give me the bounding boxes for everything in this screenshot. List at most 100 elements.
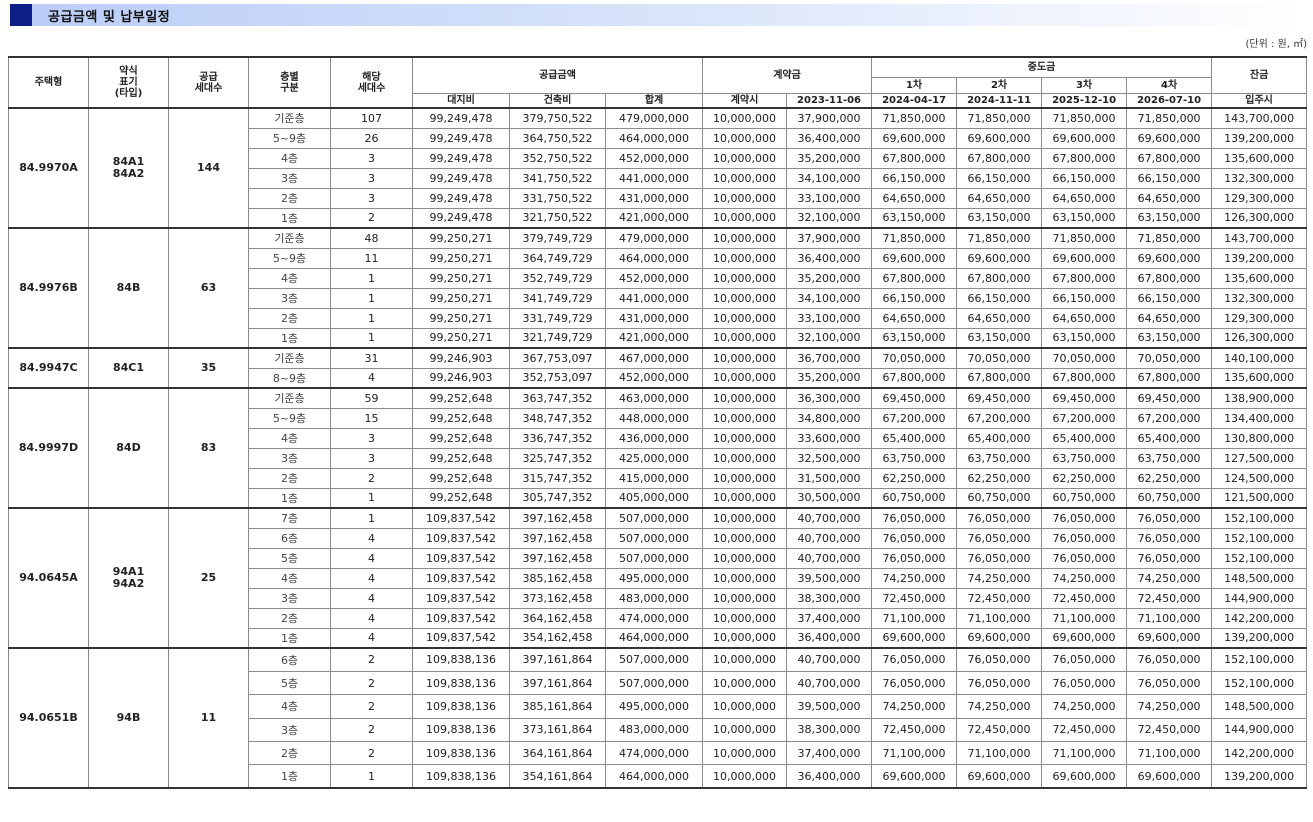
title-marker-square [10,4,32,26]
contract-second-cell: 40,700,000 [786,647,873,672]
mid3-cell: 66,150,000 [1041,167,1128,189]
mid1-cell: 64,650,000 [871,187,958,209]
land-cost-cell: 99,250,271 [412,287,510,309]
total-cell: 441,000,000 [604,167,704,189]
unit-note: (단위 : 원, ㎡) [1245,39,1308,50]
mid4-cell: 69,600,000 [1126,127,1213,149]
floor-cell: 7층 [248,507,331,529]
floor-cell: 1층 [248,487,331,509]
contract-second-cell: 39,500,000 [786,567,873,589]
mid4-cell: 63,150,000 [1126,327,1213,349]
floor-cell: 8~9층 [248,367,331,389]
header-supply-amount: 공급금액 [411,56,704,94]
abbrev-type-cell: 84C1 [88,347,169,389]
contract-second-cell: 33,100,000 [786,187,873,209]
unit-count-cell: 2 [330,670,413,696]
floor-cell: 1층 [248,627,331,649]
floor-cell: 4층 [248,567,331,589]
balance-cell: 129,300,000 [1211,187,1308,209]
mid2-cell: 71,100,000 [956,607,1043,629]
total-cell: 421,000,000 [604,327,704,349]
balance-cell: 139,200,000 [1211,627,1308,649]
land-cost-cell: 99,246,903 [412,367,510,389]
total-cell: 464,000,000 [604,627,704,649]
floor-cell: 5층 [248,547,331,569]
mid1-cell: 69,600,000 [871,247,958,269]
supply-units-cell: 144 [168,107,249,229]
contract-at-cell: 10,000,000 [702,307,788,329]
land-cost-cell: 99,249,478 [412,147,510,169]
mid1-cell: 67,800,000 [871,267,958,289]
mid2-cell: 76,050,000 [956,670,1043,696]
floor-cell: 기준층 [248,107,331,129]
total-cell: 431,000,000 [604,187,704,209]
unit-count-cell: 4 [330,627,413,649]
balance-cell: 135,600,000 [1211,267,1308,289]
floor-cell: 1층 [248,207,331,229]
land-cost-cell: 99,249,478 [412,107,510,129]
mid1-cell: 71,100,000 [871,741,958,766]
contract-second-cell: 39,500,000 [786,694,873,719]
balance-cell: 152,100,000 [1211,527,1308,549]
table-row: 94.0651B 94B 11 6층 2 109,838,136 397,161,864 50… [8,647,1308,789]
supply-units-cell: 35 [168,347,249,389]
mid3-cell: 69,600,000 [1041,764,1128,789]
building-cost-cell: 348,747,352 [509,407,606,429]
floor-cell: 1층 [248,327,331,349]
floor-cell: 3층 [248,447,331,469]
mid4-cell: 71,100,000 [1126,607,1213,629]
mid1-cell: 74,250,000 [871,567,958,589]
land-cost-cell: 109,838,136 [412,670,510,696]
balance-cell: 143,700,000 [1211,227,1308,249]
abbrev-type-label: 94A2 [112,577,145,590]
mid4-cell: 69,600,000 [1126,764,1213,789]
mid2-cell: 69,450,000 [956,387,1043,409]
mid3-cell: 65,400,000 [1041,427,1128,449]
unit-count-cell: 11 [330,247,413,269]
total-cell: 452,000,000 [604,267,704,289]
contract-at-cell: 10,000,000 [702,167,788,189]
land-cost-cell: 99,249,478 [412,207,510,229]
group-94.0651B: 94.0651B 94B 11 6층 2 109,838,136 397,161,864 50… [8,647,1308,789]
land-cost-cell: 99,249,478 [412,167,510,189]
supply-price-table: 주택형 약식 표기 (타입) 공급 세대수 층별 구분 해당 세대수 공급금액 계약금 중… [8,56,1308,790]
balance-cell: 144,900,000 [1211,717,1308,743]
contract-at-cell: 10,000,000 [702,107,788,129]
mid4-cell: 67,200,000 [1126,407,1213,429]
contract-second-cell: 40,700,000 [786,507,873,529]
mid1-cell: 60,750,000 [871,487,958,509]
floor-cell: 2층 [248,467,331,489]
balance-cell: 121,500,000 [1211,487,1308,509]
contract-at-cell: 10,000,000 [702,247,788,269]
contract-second-cell: 35,200,000 [786,367,873,389]
mid3-cell: 71,850,000 [1041,107,1128,129]
land-cost-cell: 109,838,136 [412,741,510,766]
balance-cell: 152,100,000 [1211,647,1308,672]
mid3-cell: 72,450,000 [1041,587,1128,609]
balance-cell: 126,300,000 [1211,207,1308,229]
total-cell: 507,000,000 [604,547,704,569]
mid2-cell: 69,600,000 [956,247,1043,269]
mid1-cell: 69,600,000 [871,764,958,789]
land-cost-cell: 109,837,542 [412,567,510,589]
balance-cell: 148,500,000 [1211,567,1308,589]
supply-units-cell: 11 [168,647,249,789]
total-cell: 474,000,000 [604,741,704,766]
unit-count-cell: 2 [330,694,413,719]
mid2-cell: 65,400,000 [956,427,1043,449]
land-cost-cell: 99,250,271 [412,327,510,349]
building-cost-cell: 315,747,352 [509,467,606,489]
total-cell: 452,000,000 [604,367,704,389]
mid1-cell: 69,600,000 [871,127,958,149]
contract-second-cell: 34,800,000 [786,407,873,429]
total-cell: 474,000,000 [604,607,704,629]
contract-at-cell: 10,000,000 [702,287,788,309]
mid3-cell: 76,050,000 [1041,670,1128,696]
land-cost-cell: 109,837,542 [412,507,510,529]
abbrev-type-label: 84C1 [112,361,145,374]
building-cost-cell: 385,161,864 [509,694,606,719]
header-mid4: 4차 [1126,76,1213,94]
mid1-cell: 63,150,000 [871,207,958,229]
table-header: 주택형 약식 표기 (타입) 공급 세대수 층별 구분 해당 세대수 공급금액 계약금 중… [8,56,1308,109]
mid2-cell: 71,850,000 [956,227,1043,249]
